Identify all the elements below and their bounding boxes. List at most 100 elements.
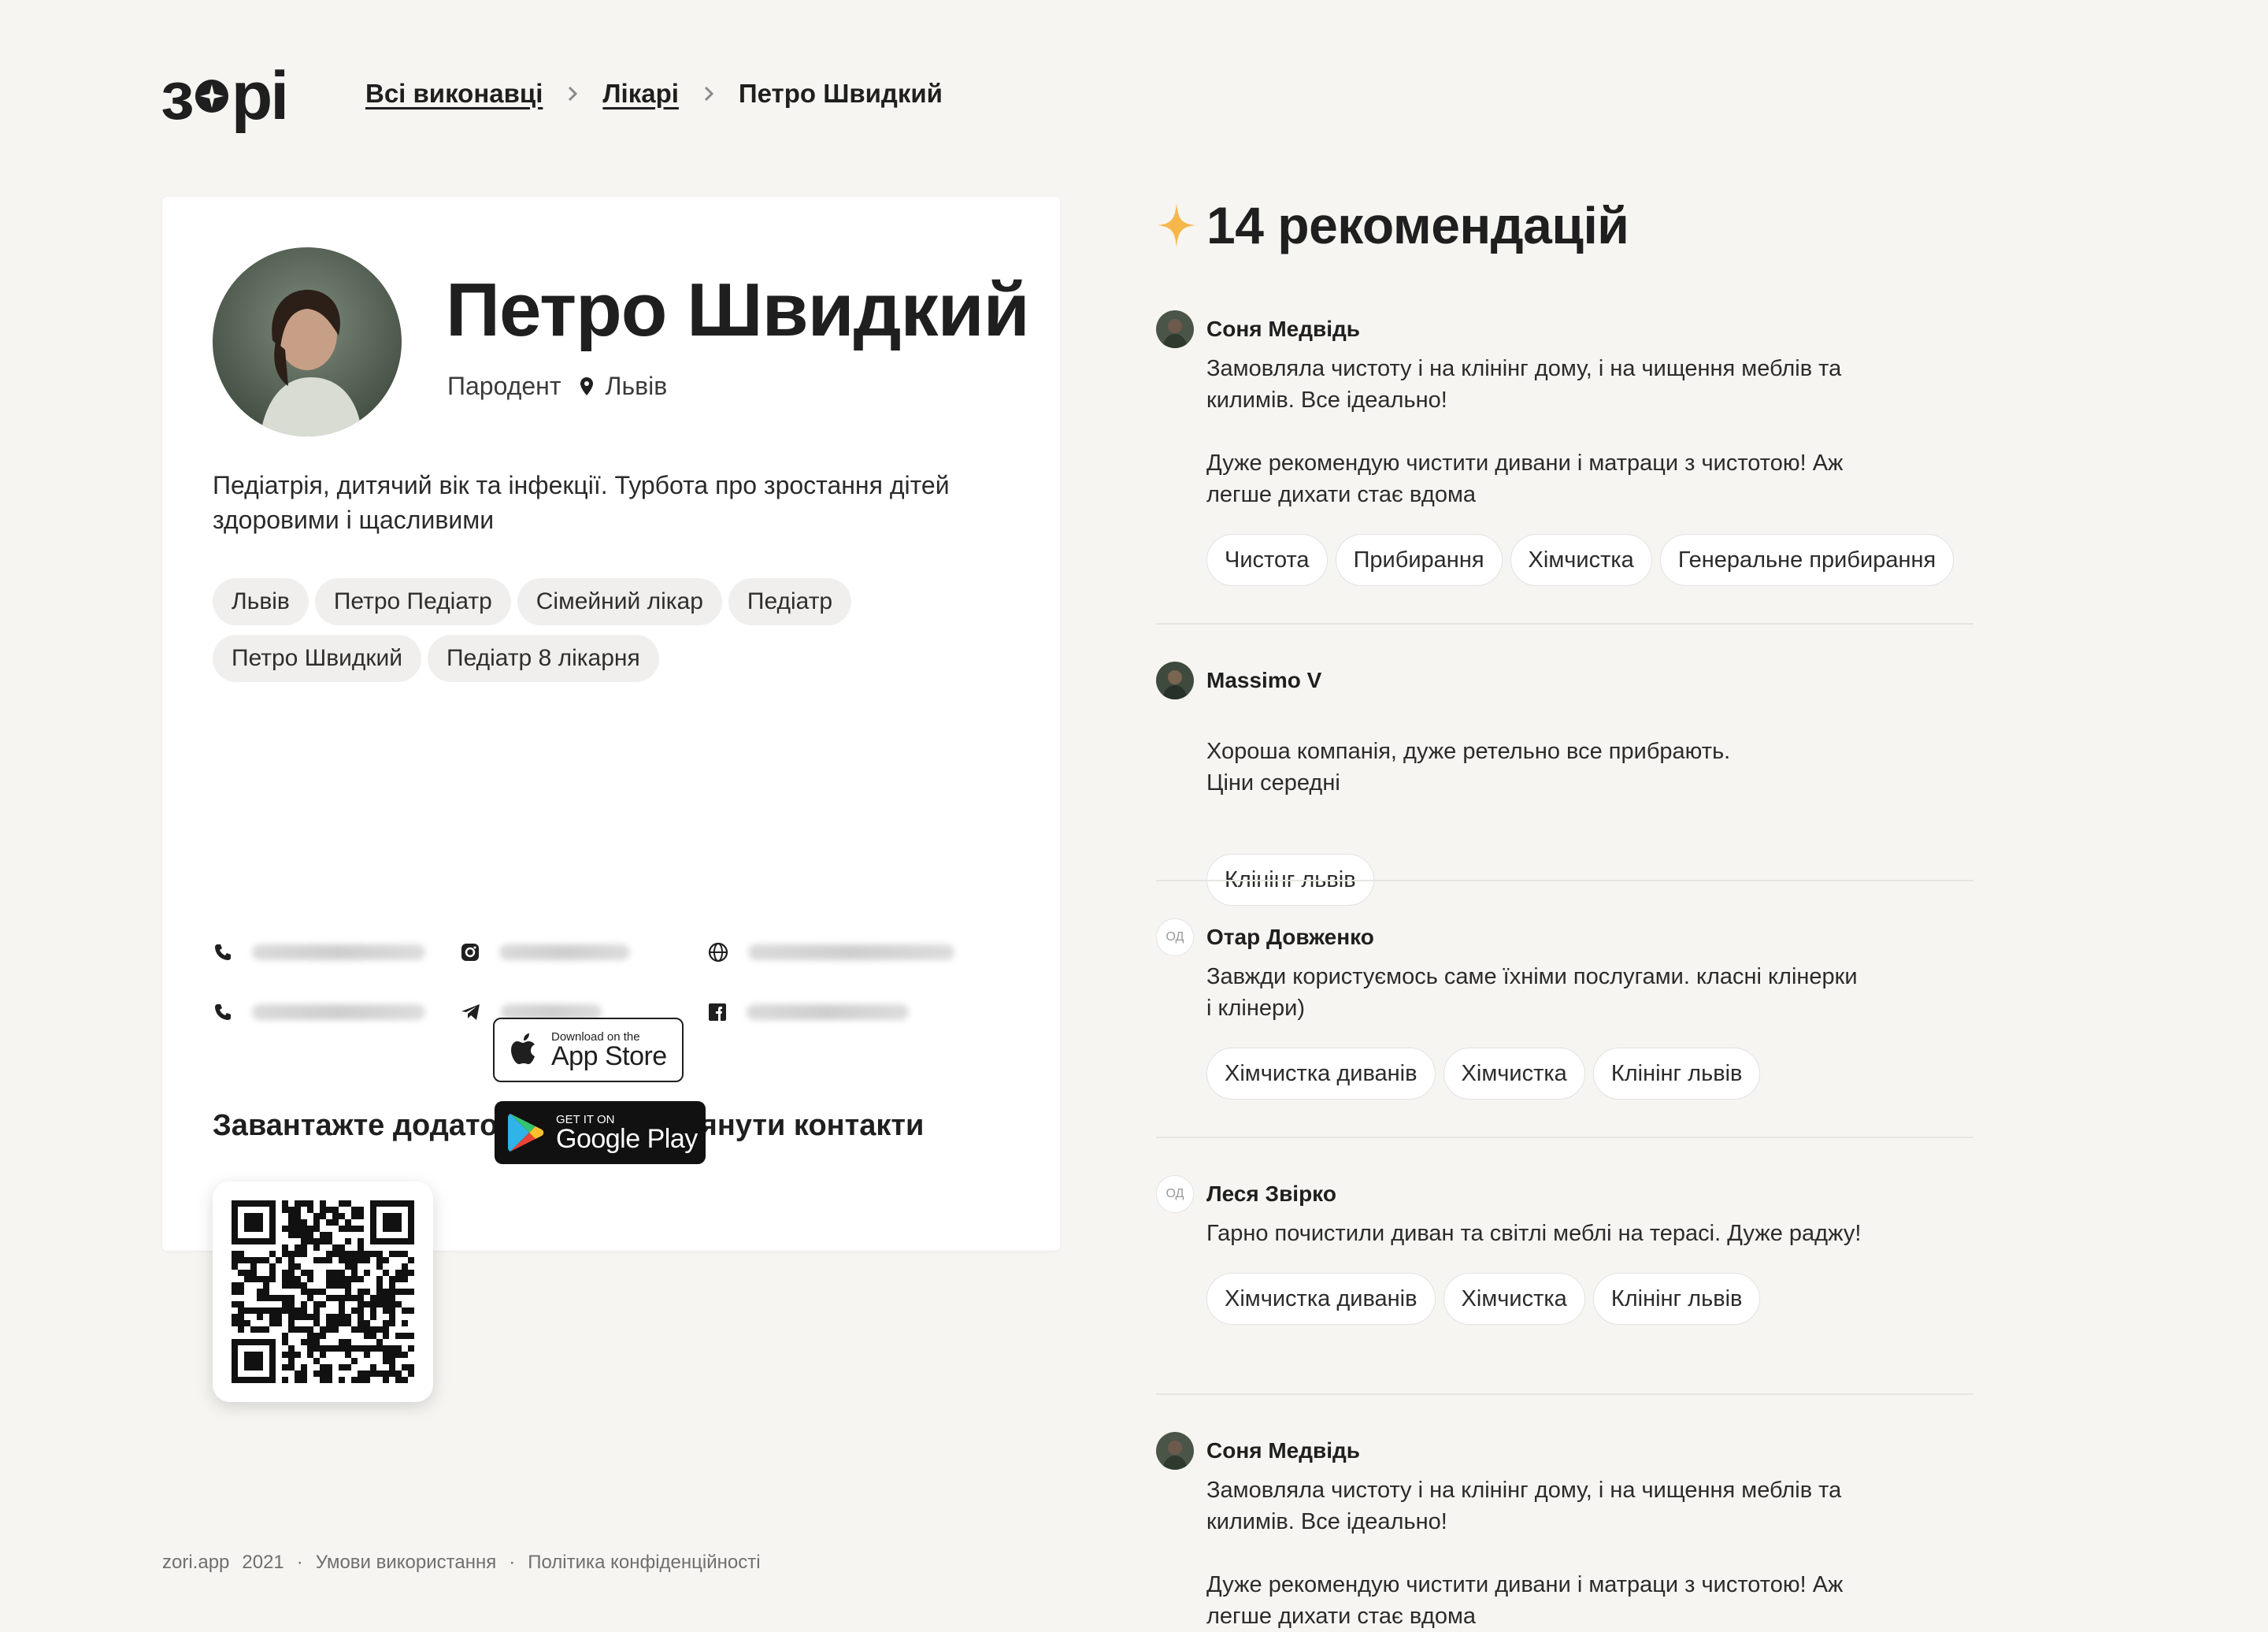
profile-bio: Педіатрія, дитячий вік та інфекції. Турб… — [213, 471, 950, 534]
breadcrumb-link-doctors[interactable]: Лікарі — [602, 79, 679, 109]
profile-tag[interactable]: Педіатр — [728, 578, 852, 625]
app-store-button[interactable]: Download on the App Store — [493, 1018, 684, 1082]
contacts-grid — [213, 940, 1008, 1024]
review-tag[interactable]: Хімчистка диванів — [1206, 1273, 1436, 1325]
review-tags: Хімчистка диванів Хімчистка Клінінг льві… — [1206, 1273, 1973, 1325]
google-play-button[interactable]: GET IT ON Google Play — [495, 1101, 706, 1164]
hidden-instagram-value — [499, 944, 630, 960]
globe-icon — [708, 942, 728, 963]
phone-icon — [215, 1004, 231, 1020]
review-divider — [1156, 880, 1973, 881]
contact-phone-2 — [213, 1000, 460, 1024]
reviewer-avatar — [1156, 1432, 1194, 1470]
recommendations-title: 14 рекомендацій — [1156, 195, 1629, 255]
reviewer-name: Отар Довженко — [1206, 925, 1374, 949]
review-card: Соня Медвідь Замовляла чистоту і на клін… — [1156, 310, 1973, 586]
footer-year: 2021 — [242, 1552, 284, 1573]
breadcrumb-link-all[interactable]: Всі виконавці — [365, 79, 543, 109]
footer-dot: · — [296, 1552, 303, 1573]
profession: Пародент — [447, 372, 561, 400]
sparkle-icon — [1158, 203, 1195, 247]
review-tag[interactable]: Хімчистка — [1443, 1273, 1585, 1325]
apple-icon — [511, 1033, 535, 1064]
telegram-icon — [461, 1004, 480, 1020]
hidden-website-value — [748, 944, 954, 960]
google-play-icon — [508, 1114, 544, 1152]
review-tag[interactable]: Клінінг львів — [1592, 1273, 1761, 1325]
review-tag[interactable]: Прибирання — [1335, 534, 1503, 586]
review-paragraph: Дуже рекомендую чистити дивани і матраци… — [1206, 1572, 1844, 1629]
review-text: Завжди користуємось саме їхніми послугам… — [1206, 961, 1868, 1024]
recommendations-count: 14 рекомендацій — [1206, 196, 1629, 254]
reviewer-name: Соня Медвідь — [1206, 317, 1361, 341]
contact-instagram — [460, 940, 707, 964]
facebook-icon — [709, 1003, 726, 1021]
profile-name: Петро Швидкий — [446, 268, 1030, 352]
reviewer-name: Леся Звірко — [1206, 1181, 1336, 1206]
profile-tag[interactable]: Петро Швидкий — [213, 635, 422, 682]
reviewer-name: Massimo V — [1206, 668, 1322, 692]
footer-terms-link[interactable]: Умови використання — [316, 1552, 496, 1574]
app-store-big-text: App Store — [551, 1040, 667, 1071]
review-tag[interactable]: Клінінг львів — [1592, 1048, 1761, 1100]
review-tag[interactable]: Чистота — [1206, 534, 1328, 586]
contact-website — [707, 940, 954, 964]
profile-tags: Львів Петро Педіатр Сімейний лікар Педіа… — [213, 578, 1008, 682]
reviewer-avatar — [1156, 662, 1194, 699]
contact-facebook — [707, 1000, 954, 1024]
breadcrumb-current: Петро Швидкий — [738, 79, 943, 108]
review-card: Massimo V Хороша компанія, дуже ретельно… — [1156, 662, 1973, 906]
chevron-right-icon — [702, 84, 715, 103]
profile-tag[interactable]: Педіатр 8 лікарня — [428, 635, 659, 682]
google-play-big-text: Google Play — [556, 1123, 698, 1154]
profile-card: Петро Швидкий Пародент Львів Педіатрія, … — [162, 197, 1060, 1402]
city: Львів — [605, 372, 668, 400]
review-paragraph: Дуже рекомендую чистити дивани і матраци… — [1206, 451, 1844, 507]
logo-text-part2: рі — [231, 58, 289, 134]
contact-phone-1 — [213, 940, 460, 964]
review-text: Гарно почистили диван та світлі меблі на… — [1206, 1218, 1868, 1249]
review-divider — [1156, 623, 1973, 625]
profile-tag[interactable]: Львів — [213, 578, 309, 625]
review-card: ОД Отар Довженко Завжди користуємось сам… — [1156, 918, 1973, 1100]
footer: zori.app 2021 · Умови використання · Пол… — [162, 1552, 761, 1574]
profile-tag[interactable]: Сімейний лікар — [517, 578, 722, 625]
review-paragraph: Замовляла чистоту і на клінінг дому, і н… — [1206, 1478, 1842, 1534]
review-divider — [1156, 1393, 1973, 1395]
reviewer-initials: ОД — [1156, 1175, 1194, 1213]
review-tags: Чистота Прибирання Хімчистка Генеральне … — [1206, 534, 1973, 586]
review-card: ОД Леся Звірко Гарно почистили диван та … — [1156, 1175, 1973, 1325]
review-tag[interactable]: Хімчистка — [1443, 1048, 1585, 1100]
hidden-phone-value — [252, 944, 425, 960]
logo-text-part1: з — [161, 58, 195, 134]
reviewer-initials: ОД — [1156, 918, 1194, 956]
profile-tag[interactable]: Петро Педіатр — [314, 578, 511, 625]
footer-site: zori.app — [162, 1552, 230, 1573]
review-card: Соня Медвідь Замовляла чистоту і на клін… — [1156, 1432, 1973, 1632]
review-tag[interactable]: Хімчистка диванів — [1206, 1048, 1436, 1100]
phone-icon — [215, 944, 231, 960]
review-text: Хороша компанія, дуже ретельно все прибр… — [1206, 704, 1868, 830]
logo-star-icon — [195, 80, 228, 113]
footer-privacy-link[interactable]: Політика конфіденційності — [528, 1552, 760, 1574]
instagram-icon — [461, 944, 479, 961]
location-pin-icon — [578, 376, 595, 398]
breadcrumb: Всі виконавці Лікарі Петро Швидкий — [365, 79, 943, 109]
review-paragraph: Гарно почистили диван та світлі меблі на… — [1206, 1221, 1862, 1246]
review-paragraph: Замовляла чистоту і на клінінг дому, і н… — [1206, 356, 1842, 413]
avatar — [213, 247, 402, 436]
review-paragraph: Завжди користуємось саме їхніми послугам… — [1206, 964, 1858, 1021]
reviewer-name: Соня Медвідь — [1206, 1438, 1361, 1463]
footer-dot: · — [509, 1552, 516, 1573]
logo[interactable]: з рі — [161, 58, 289, 134]
review-tags: Хімчистка диванів Хімчистка Клінінг льві… — [1206, 1048, 1973, 1100]
hidden-facebook-value — [747, 1004, 909, 1020]
review-text: Замовляла чистоту і на клінінг дому, і н… — [1206, 1474, 1868, 1632]
qr-code — [213, 1181, 433, 1402]
review-text: Замовляла чистоту і на клінінг дому, і н… — [1206, 353, 1868, 510]
review-tag[interactable]: Хімчистка — [1510, 534, 1652, 586]
profile-meta: Пародент Львів — [447, 372, 667, 401]
review-tag[interactable]: Генеральне прибирання — [1659, 534, 1955, 586]
review-paragraph: Хороша компанія, дуже ретельно все прибр… — [1206, 739, 1731, 796]
chevron-right-icon — [566, 84, 579, 103]
